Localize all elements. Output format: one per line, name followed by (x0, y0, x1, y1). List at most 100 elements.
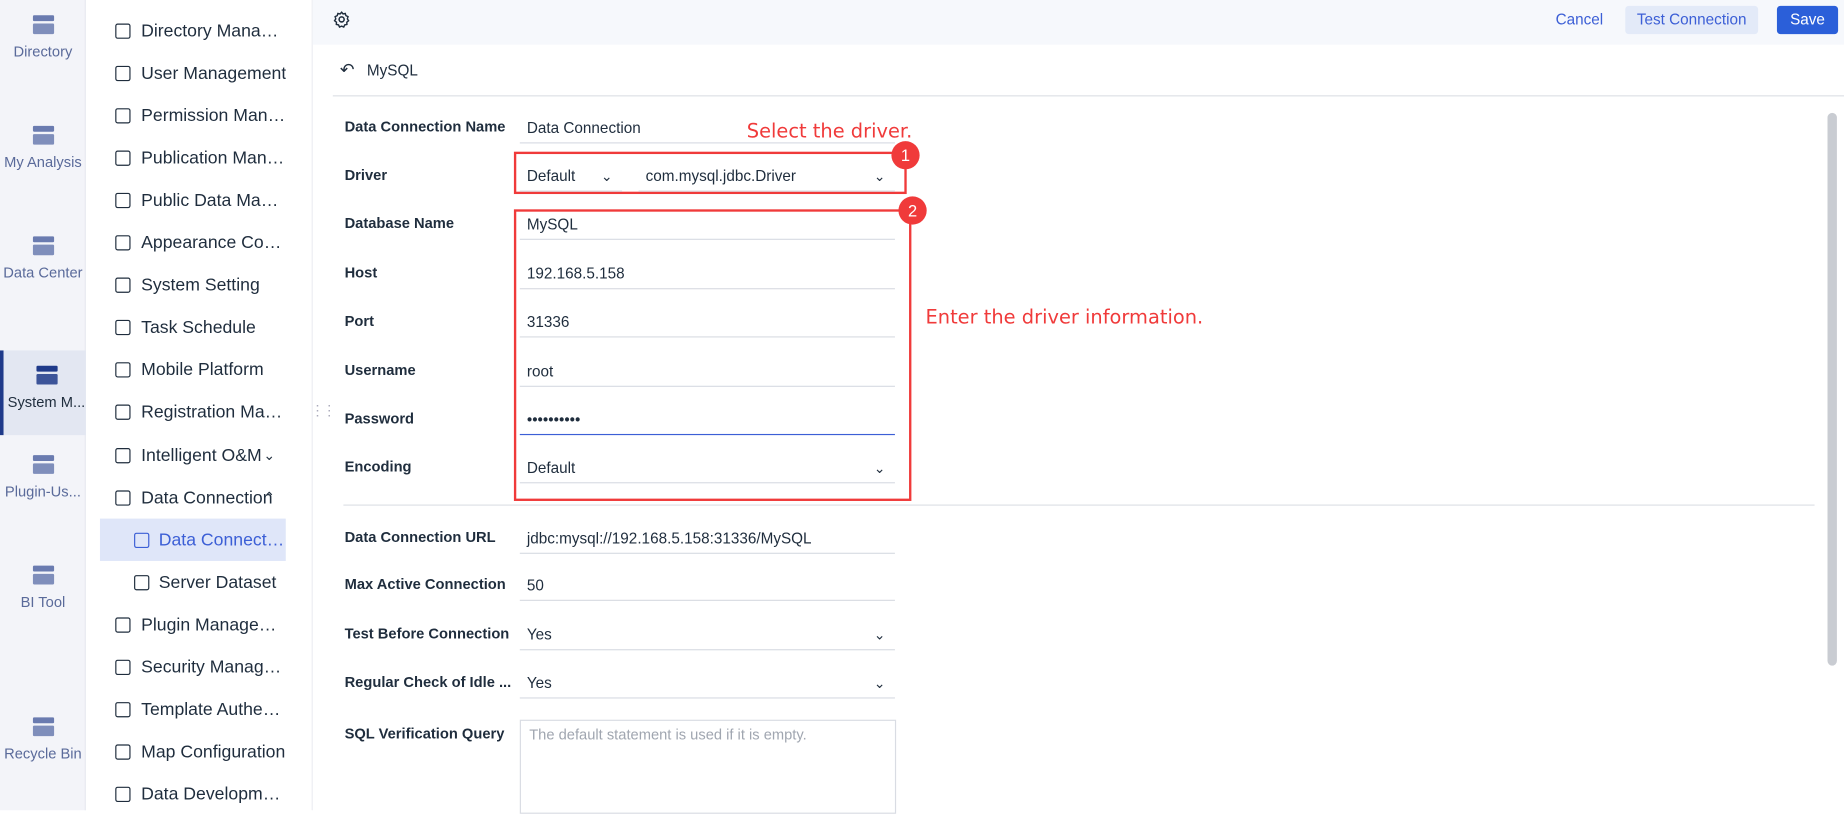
resize-handle[interactable]: ⋮⋮ (310, 402, 336, 418)
test-label: Test Before Connection (344, 625, 510, 643)
page-title: MySQL (366, 61, 418, 79)
nav-item-16[interactable]: Template Authentication (87, 689, 313, 731)
chevron-icon[interactable]: ⌃ (263, 489, 275, 505)
chevron-icon[interactable]: ⌄ (263, 447, 275, 463)
rail-item-2[interactable]: Data Center (0, 221, 86, 306)
nav-item-label: Data Connection (158, 530, 286, 551)
nav-item-12[interactable]: Data Connection (99, 518, 286, 562)
user-input[interactable]: root (519, 356, 895, 387)
nav-item-3[interactable]: Publication Management (87, 137, 313, 179)
chevron-down-icon: ⌄ (873, 626, 886, 644)
nav-item-icon (115, 65, 131, 81)
system-management-nav: Directory Management User Management Permi… (87, 0, 313, 811)
rail-item-1[interactable]: My Analysis (0, 111, 86, 196)
name-label: Data Connection Name (344, 118, 506, 136)
max-input[interactable]: 50 (519, 570, 895, 601)
nav-item-label: Public Data Management (141, 190, 287, 211)
cancel-button[interactable]: Cancel (1550, 6, 1609, 34)
nav-item-label: Plugin Management (141, 614, 287, 635)
data-center-icon (31, 233, 57, 259)
recycle-icon (31, 714, 57, 740)
nav-item-8[interactable]: Mobile Platform (87, 349, 313, 391)
user-value: root (526, 362, 554, 380)
idle-value: Yes (526, 673, 552, 692)
driver-type-value: Default (526, 166, 576, 185)
enc-select[interactable]: Default ⌄ (519, 453, 895, 484)
idle-select[interactable]: Yes ⌄ (519, 668, 895, 699)
nav-item-icon (115, 405, 131, 421)
toolbar: Cancel Test Connection Save (312, 0, 1844, 45)
save-button[interactable]: Save (1776, 5, 1839, 35)
scrollbar[interactable] (1827, 112, 1837, 666)
driver-class-value: com.mysql.jdbc.Driver (645, 166, 796, 185)
annotation-badge-1: 1 (891, 141, 920, 170)
rail-item-label: Data Center (3, 264, 83, 282)
nav-item-1[interactable]: User Management (87, 52, 313, 94)
nav-item-icon (115, 107, 131, 124)
max-value: 50 (526, 576, 544, 594)
rail-item-5[interactable]: BI Tool (0, 550, 86, 635)
nav-item-label: Intelligent O&M (141, 445, 262, 466)
nav-item-label: Registration Management (141, 402, 287, 423)
nav-item-15[interactable]: Security Management (87, 646, 313, 688)
rail-item-0[interactable]: Directory (0, 0, 86, 85)
port-value: 31336 (526, 312, 570, 331)
url-value: jdbc:mysql://192.168.5.158:31336/MySQL (526, 529, 812, 547)
nav-item-icon (115, 320, 131, 336)
rail-item-3[interactable]: System M... (0, 350, 86, 436)
settings-gear-icon[interactable] (333, 11, 351, 29)
enc-value: Default (526, 458, 576, 477)
nav-item-4[interactable]: Public Data Management (87, 179, 313, 221)
rail-item-label: My Analysis (4, 154, 82, 171)
chevron-down-icon: ⌄ (873, 675, 886, 692)
nav-item-label: System Setting (141, 275, 260, 296)
nav-item-icon (115, 787, 131, 803)
nav-item-label: Server Dataset (158, 572, 277, 593)
url-input[interactable]: jdbc:mysql://192.168.5.158:31336/MySQL (519, 523, 895, 554)
rail-item-label: BI Tool (20, 593, 66, 611)
max-label: Max Active Connection (344, 576, 506, 593)
nav-item-5[interactable]: Appearance Configuration (87, 222, 313, 264)
nav-item-icon (115, 150, 131, 166)
app-rail: Directory My Analysis Data Center System M.… (0, 0, 86, 811)
pass-input[interactable]: •••••••••• (519, 405, 895, 436)
nav-item-label: Permission Management (141, 105, 287, 126)
nav-item-label: Task Schedule (141, 317, 256, 338)
driver-type-select[interactable]: Default ⌄ (519, 161, 623, 192)
nav-item-icon (115, 277, 131, 293)
nav-item-label: Directory Management (141, 20, 287, 41)
nav-item-10[interactable]: Intelligent O&M ⌄ (87, 434, 313, 476)
nav-item-6[interactable]: System Setting (87, 264, 313, 306)
port-input[interactable]: 31336 (519, 307, 895, 338)
rail-item-6[interactable]: Recycle Bin (0, 702, 86, 787)
enc-label: Encoding (344, 458, 412, 476)
nav-item-17[interactable]: Map Configuration (87, 731, 313, 773)
chevron-down-icon: ⌄ (873, 459, 886, 477)
name-input[interactable]: Data Connection (519, 113, 895, 144)
nav-item-icon (115, 447, 131, 463)
nav-item-0[interactable]: Directory Management (87, 9, 313, 51)
nav-item-13[interactable]: Server Dataset (87, 561, 313, 603)
nav-item-9[interactable]: Registration Management (87, 391, 313, 433)
back-icon[interactable]: ↶ (340, 59, 355, 80)
test-value: Yes (526, 625, 552, 644)
sql-verification-textarea[interactable]: The default statement is used if it is e… (519, 719, 897, 814)
driver-class-select[interactable]: com.mysql.jdbc.Driver ⌄ (638, 161, 895, 192)
nav-item-11[interactable]: Data Connection ⌃ (87, 476, 313, 518)
rail-item-4[interactable]: Plugin-Us... (0, 440, 86, 525)
analysis-icon (31, 122, 57, 148)
nav-item-label: Publication Management (141, 147, 287, 168)
nav-item-label: Template Authentication (141, 699, 287, 720)
nav-item-7[interactable]: Task Schedule (87, 307, 313, 349)
nav-item-14[interactable]: Plugin Management (87, 604, 313, 646)
test-select[interactable]: Yes ⌄ (519, 620, 895, 651)
nav-item-label: Security Management (141, 657, 287, 678)
nav-item-label: User Management (141, 63, 287, 84)
nav-item-2[interactable]: Permission Management (87, 94, 313, 136)
host-input[interactable]: 192.168.5.158 (519, 259, 895, 290)
name-value: Data Connection (526, 118, 641, 137)
test-connection-button[interactable]: Test Connection (1625, 5, 1759, 35)
rail-item-label: Plugin-Us... (4, 483, 81, 500)
chevron-down-icon: ⌄ (873, 168, 886, 185)
db-input[interactable]: MySQL (519, 209, 895, 240)
